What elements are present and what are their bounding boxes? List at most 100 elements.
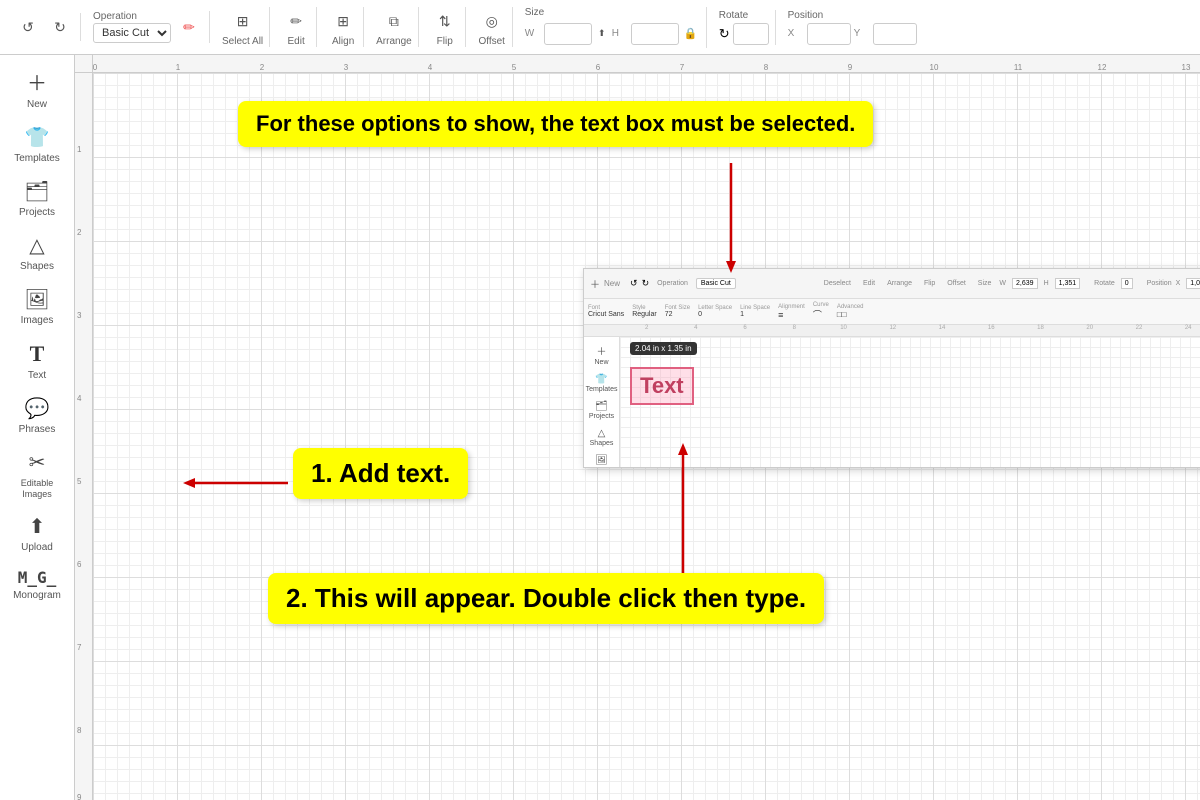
- mini-sidebar: ＋ New 👕 Templates 🗂 Projects: [584, 337, 620, 468]
- mini-pos-x: X: [1176, 280, 1181, 287]
- mini-shapes-sb-icon: △: [598, 428, 606, 439]
- size-label: Size: [525, 7, 700, 18]
- sidebar-item-editable-images[interactable]: ✂ Editable Images: [3, 444, 71, 506]
- mini-sidebar-images: 🖼 Images: [585, 452, 619, 468]
- sidebar-item-shapes[interactable]: △ Shapes: [3, 227, 71, 279]
- mini-x-val: 1,058: [1186, 278, 1200, 289]
- sidebar-item-images[interactable]: 🖼 Images: [3, 281, 71, 333]
- arrange-label: Arrange: [376, 36, 412, 47]
- mini-r2: 4: [671, 325, 720, 336]
- ruler-tick-8: 8: [764, 63, 768, 72]
- sidebar-item-projects[interactable]: 🗂 Projects: [3, 173, 71, 225]
- mini-r8: 16: [967, 325, 1016, 336]
- mini-undo: ↺: [630, 278, 638, 289]
- select-all-label: Select All: [222, 36, 263, 47]
- sidebar-item-new[interactable]: ＋ New: [3, 61, 71, 117]
- mini-style-val: Regular: [632, 311, 657, 318]
- mini-op-value: Basic Cut: [696, 278, 736, 289]
- edit-pen-button[interactable]: ✏: [175, 13, 203, 41]
- undo-button[interactable]: ↺: [14, 13, 42, 41]
- sidebar-item-monogram[interactable]: M̲G̲ Monogram: [3, 562, 71, 608]
- sidebar-item-phrases[interactable]: 💬 Phrases: [3, 390, 71, 442]
- align-button[interactable]: ⊞: [329, 7, 357, 35]
- ruler-tick-5: 5: [512, 63, 516, 72]
- mini-sidebar-new: ＋ New: [585, 340, 619, 369]
- mini-projects-sb-label: Projects: [589, 413, 614, 420]
- redo-button[interactable]: ↻: [46, 13, 74, 41]
- ruler-v-5: 5: [75, 477, 81, 486]
- position-x-input[interactable]: [807, 23, 851, 45]
- arrange-group: ⧉ Arrange: [370, 7, 419, 47]
- size-w-up[interactable]: ⬆: [595, 20, 609, 48]
- mini-panel: ＋ New ↺ ↻ Operation Basic Cut Deselect E…: [583, 268, 1200, 468]
- mini-edit: Edit: [863, 280, 875, 287]
- mini-r9: 18: [1016, 325, 1065, 336]
- mini-size-w: W: [999, 280, 1006, 287]
- sidebar-item-images-label: Images: [21, 315, 54, 327]
- ruler-tick-6: 6: [596, 63, 600, 72]
- mini-deselect: Deselect: [824, 280, 851, 287]
- mini-r12: 24: [1164, 325, 1200, 336]
- annotation-2-text: 1. Add text.: [311, 458, 450, 488]
- mini-new-sb-icon: ＋: [597, 343, 607, 358]
- ruler-tick-9: 9: [848, 63, 852, 72]
- monogram-icon: M̲G̲: [18, 568, 57, 587]
- ruler-tick-12: 12: [1098, 63, 1107, 72]
- new-icon: ＋: [27, 67, 47, 96]
- mini-redo: ↻: [642, 278, 650, 289]
- undo-redo-group: ↺ ↻: [8, 13, 81, 41]
- position-y-input[interactable]: [873, 23, 917, 45]
- flip-group: ⇅ Flip: [425, 7, 466, 47]
- ruler-tick-3: 3: [344, 63, 348, 72]
- offset-button[interactable]: ◎: [478, 7, 506, 35]
- select-all-button[interactable]: ⊞: [229, 7, 257, 35]
- sidebar: ＋ New 👕 Templates 🗂 Projects △ Shapes 🖼 …: [0, 55, 75, 800]
- templates-icon: 👕: [25, 125, 50, 150]
- size-w-input[interactable]: [544, 23, 592, 45]
- mini-projects-sb-icon: 🗂: [595, 401, 608, 412]
- mini-align-icon: ≡: [778, 310, 805, 320]
- annotation-bubble-2: 1. Add text.: [293, 448, 468, 499]
- mini-pos-label: Position: [1147, 280, 1172, 287]
- mini-offset: Offset: [947, 280, 966, 287]
- sidebar-item-upload[interactable]: ⬆ Upload: [3, 508, 71, 560]
- sidebar-item-upload-label: Upload: [21, 542, 53, 554]
- ruler-tick-0: 0: [93, 63, 97, 72]
- projects-icon: 🗂: [24, 179, 49, 204]
- flip-button[interactable]: ⇅: [431, 7, 459, 35]
- mini-flip: Flip: [924, 280, 935, 287]
- edit-label: Edit: [288, 36, 305, 47]
- ruler-tick-10: 10: [930, 63, 939, 72]
- mini-size-badge: 2.04 in x 1.35 in: [630, 342, 696, 355]
- size-lock[interactable]: 🔒: [682, 20, 700, 48]
- mini-sidebar-projects: 🗂 Projects: [585, 398, 619, 423]
- mini-text-value: Text: [640, 373, 684, 398]
- mini-r6: 12: [868, 325, 917, 336]
- annotation-bubble-1: For these options to show, the text box …: [238, 101, 873, 147]
- operation-select[interactable]: Basic Cut: [93, 23, 171, 43]
- rotate-input[interactable]: [733, 23, 769, 45]
- ruler-v-8: 8: [75, 726, 81, 735]
- top-toolbar: ↺ ↻ Operation Basic Cut ✏ ⊞ Select All ✏…: [0, 0, 1200, 55]
- ruler-tick-4: 4: [428, 63, 432, 72]
- sidebar-item-templates[interactable]: 👕 Templates: [3, 119, 71, 171]
- mini-r7: 14: [917, 325, 966, 336]
- sidebar-item-phrases-label: Phrases: [19, 424, 56, 436]
- mini-w-val: 2,639: [1012, 278, 1038, 289]
- mini-r11: 22: [1114, 325, 1163, 336]
- arrange-button[interactable]: ⧉: [380, 7, 408, 35]
- mini-grid: 2.04 in x 1.35 in Text: [620, 337, 1200, 468]
- mini-new-sb-label: New: [595, 359, 609, 366]
- mini-arrange: Arrange: [887, 280, 912, 287]
- sidebar-item-text[interactable]: T Text: [3, 335, 71, 388]
- sidebar-item-editable-label: Editable Images: [7, 478, 67, 500]
- select-all-group: ⊞ Select All: [216, 7, 270, 47]
- mini-top-toolbar: ＋ New ↺ ↻ Operation Basic Cut Deselect E…: [584, 269, 1200, 299]
- size-h-input[interactable]: [631, 23, 679, 45]
- sidebar-item-monogram-label: Monogram: [13, 590, 61, 602]
- mini-shapes-sb-label: Shapes: [590, 440, 614, 447]
- mini-text-box[interactable]: Text: [630, 367, 694, 405]
- edit-button[interactable]: ✏: [282, 7, 310, 35]
- mini-r5: 10: [819, 325, 868, 336]
- mini-new-icon: ＋: [590, 276, 600, 291]
